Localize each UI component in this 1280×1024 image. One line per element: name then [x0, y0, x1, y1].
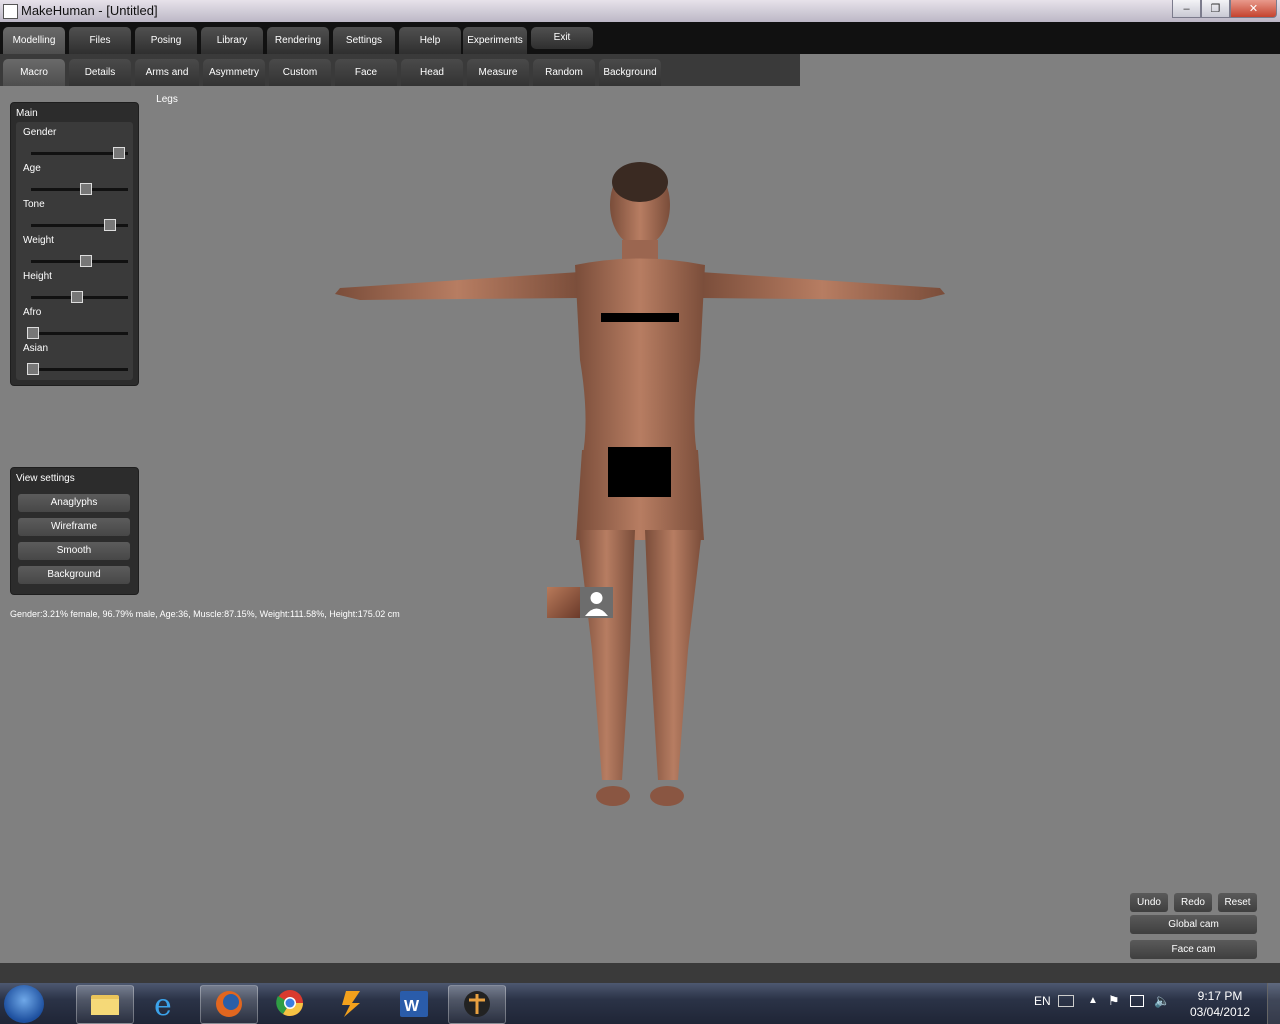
minimize-button[interactable]: –	[1172, 0, 1201, 18]
tab-posing[interactable]: Posing	[135, 27, 197, 54]
reset-button[interactable]: Reset	[1218, 893, 1257, 912]
chrome-icon[interactable]	[262, 985, 318, 1022]
view-settings-panel: View settings Anaglyphs Wireframe Smooth…	[10, 467, 139, 595]
view-settings-title: View settings	[16, 473, 75, 484]
windows-taskbar: e W EN ▲ ⚑ 🔈 9:17 PM 03/04/2012	[0, 983, 1280, 1024]
user-icon[interactable]	[580, 587, 613, 618]
internet-explorer-icon[interactable]: e	[138, 985, 194, 1023]
clock-time: 9:17 PM	[1197, 989, 1243, 1003]
status-strip	[0, 963, 1280, 983]
height-slider-thumb[interactable]	[70, 291, 83, 303]
anaglyphs-button[interactable]: Anaglyphs	[18, 494, 130, 512]
subtab-measure[interactable]: Measure	[467, 59, 529, 86]
maximize-button[interactable]: ❐	[1201, 0, 1230, 18]
subtab-random[interactable]: Random	[533, 59, 595, 86]
skin-thumbnail[interactable]	[547, 587, 580, 618]
title-bar: MakeHuman - [Untitled] – ❐ ✕	[0, 0, 1280, 23]
asian-label: Asian	[23, 343, 49, 354]
gender-slider[interactable]	[31, 147, 128, 159]
system-tray: EN ▲ ⚑ 🔈 9:17 PM 03/04/2012	[1020, 983, 1280, 1024]
overlay-thumbnails	[547, 587, 613, 618]
tab-rendering[interactable]: Rendering	[267, 27, 329, 54]
keyboard-icon[interactable]	[1058, 995, 1074, 1007]
human-model-viewport[interactable]	[330, 160, 950, 810]
tab-modelling[interactable]: Modelling	[3, 27, 65, 54]
subtab-custom[interactable]: Custom	[269, 59, 331, 86]
tab-help[interactable]: Help	[399, 27, 461, 54]
main-tab-bar: Modelling Files Posing Library Rendering…	[0, 22, 1280, 54]
start-button[interactable]	[4, 985, 44, 1023]
svg-text:W: W	[404, 998, 420, 1015]
age-label: Age	[23, 163, 41, 174]
network-icon[interactable]	[1130, 995, 1144, 1007]
age-slider-thumb[interactable]	[80, 183, 93, 195]
tone-slider[interactable]	[31, 219, 128, 231]
afro-label: Afro	[23, 307, 42, 318]
svg-text:e: e	[154, 988, 172, 1022]
action-center-flag-icon[interactable]: ⚑	[1108, 993, 1120, 1009]
afro-slider[interactable]	[27, 327, 128, 339]
weight-slider[interactable]	[31, 255, 128, 267]
clock[interactable]: 9:17 PM 03/04/2012	[1180, 988, 1260, 1020]
gender-label: Gender	[23, 127, 57, 138]
afro-slider-thumb[interactable]	[27, 327, 39, 339]
main-panel-title: Main	[16, 108, 38, 119]
main-panel: Main Gender Age Tone Weight Height Afro …	[10, 102, 139, 386]
tab-settings[interactable]: Settings	[333, 27, 395, 54]
subtab-details[interactable]: Details	[69, 59, 131, 86]
tab-library[interactable]: Library	[201, 27, 263, 54]
height-slider[interactable]	[31, 291, 128, 303]
close-button[interactable]: ✕	[1230, 0, 1277, 18]
undo-button[interactable]: Undo	[1130, 893, 1168, 912]
background-button[interactable]: Background	[18, 566, 130, 584]
age-slider[interactable]	[31, 183, 128, 195]
volume-icon[interactable]: 🔈	[1154, 993, 1170, 1009]
wireframe-button[interactable]: Wireframe	[18, 518, 130, 536]
makehuman-icon[interactable]	[448, 985, 506, 1024]
window-title: MakeHuman - [Untitled]	[21, 3, 158, 18]
subtab-arms-and-legs[interactable]: Arms and Legs	[135, 59, 199, 105]
asian-slider-thumb[interactable]	[27, 363, 39, 375]
app-icon	[3, 4, 18, 19]
language-indicator[interactable]: EN	[1034, 994, 1051, 1008]
height-label: Height	[23, 271, 52, 282]
subtab-asymmetry[interactable]: Asymmetry	[203, 59, 265, 86]
subtab-head[interactable]: Head	[401, 59, 463, 86]
show-desktop-button[interactable]	[1267, 983, 1280, 1024]
asian-slider[interactable]	[27, 363, 128, 375]
subtab-background[interactable]: Background	[599, 59, 661, 86]
tone-slider-thumb[interactable]	[104, 219, 117, 231]
tab-exit[interactable]: Exit	[531, 27, 593, 49]
explorer-icon[interactable]	[76, 985, 134, 1024]
global-cam-button[interactable]: Global cam	[1130, 915, 1257, 934]
gender-slider-thumb[interactable]	[113, 147, 126, 159]
sub-tab-bar: Macro Details Arms and Legs Asymmetry Cu…	[0, 54, 800, 105]
subtab-macro[interactable]: Macro	[3, 59, 65, 86]
weight-label: Weight	[23, 235, 54, 246]
subtab-face[interactable]: Face	[335, 59, 397, 86]
face-cam-button[interactable]: Face cam	[1130, 940, 1257, 959]
show-hidden-icons-arrow[interactable]: ▲	[1088, 995, 1098, 1006]
clock-date: 03/04/2012	[1189, 1005, 1251, 1019]
smooth-button[interactable]: Smooth	[18, 542, 130, 560]
redo-button[interactable]: Redo	[1174, 893, 1212, 912]
winamp-icon[interactable]	[324, 985, 380, 1022]
word-icon[interactable]: W	[386, 985, 442, 1022]
weight-slider-thumb[interactable]	[80, 255, 93, 267]
firefox-icon[interactable]	[200, 985, 258, 1024]
tab-files[interactable]: Files	[69, 27, 131, 54]
tab-experiments[interactable]: Experiments	[463, 27, 527, 54]
tone-label: Tone	[23, 199, 45, 210]
